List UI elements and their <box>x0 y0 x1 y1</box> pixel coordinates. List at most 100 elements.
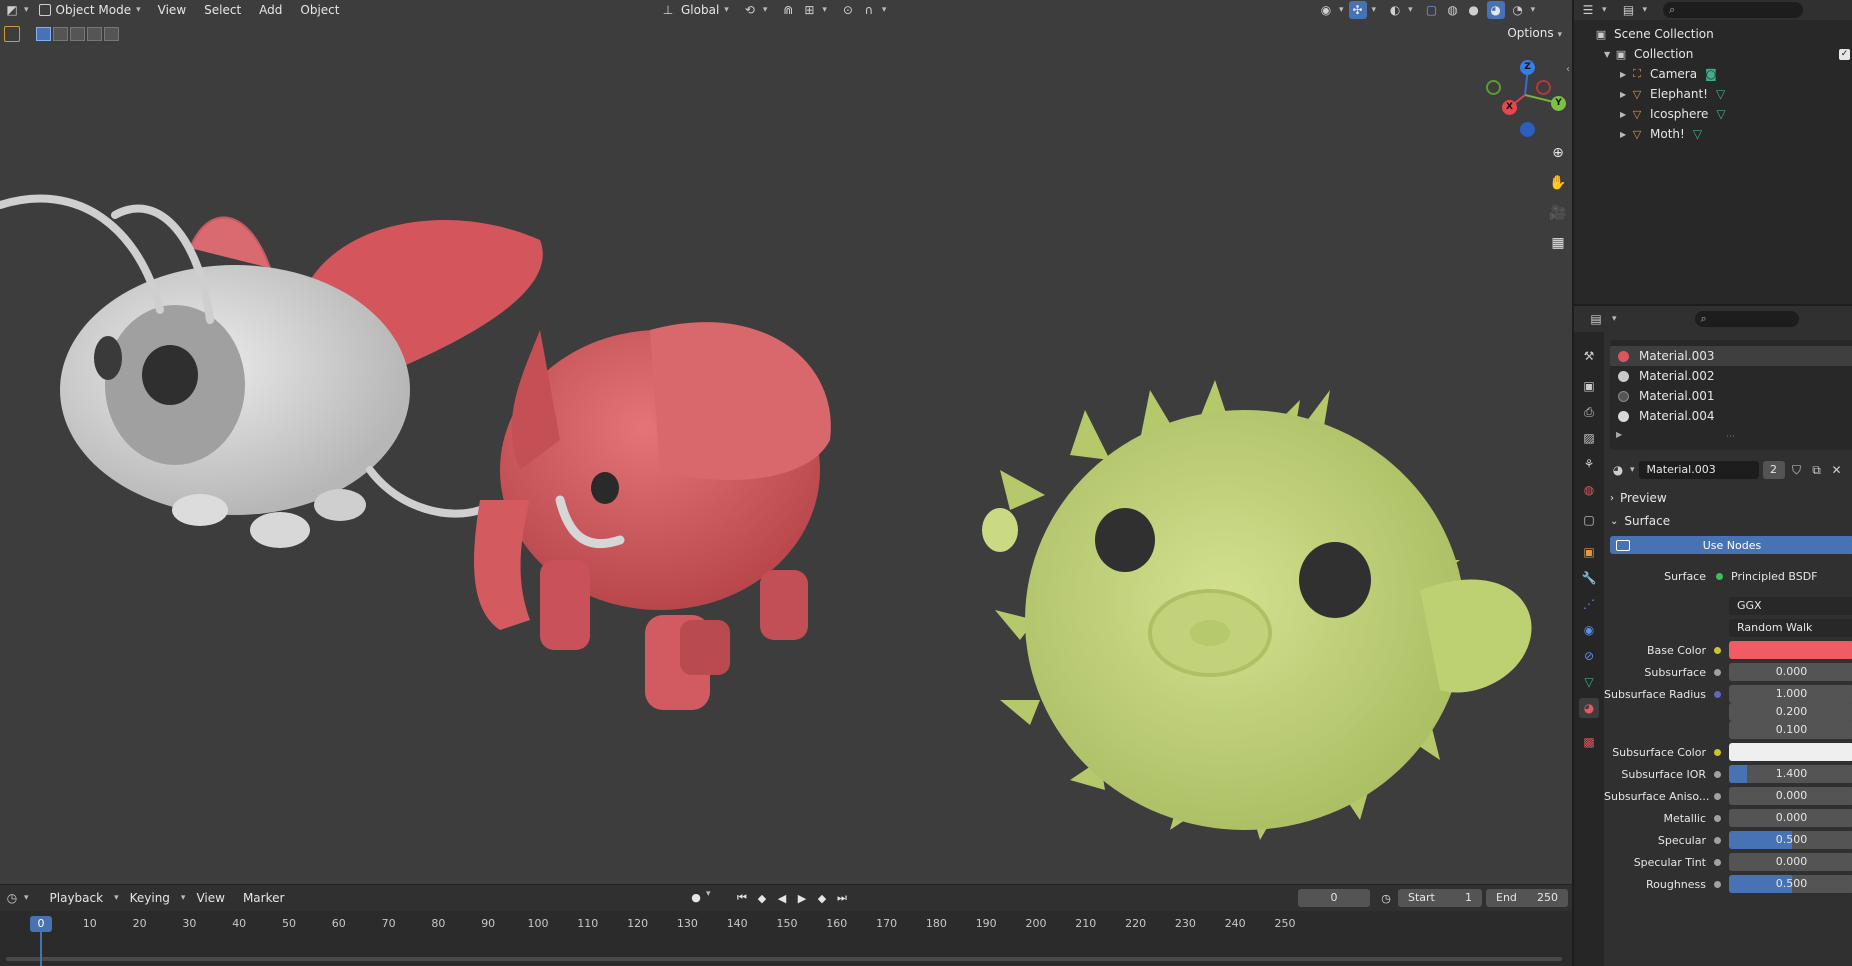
snap-target-icon[interactable]: ⊞ <box>801 2 817 18</box>
gizmo-neg-z-axis[interactable] <box>1520 122 1535 137</box>
input-socket-icon[interactable] <box>1714 748 1721 756</box>
timeline-ruler[interactable]: 10 20 30 40 50 60 70 80 90 100 110 120 130 140 150 160 1… <box>0 911 1572 966</box>
material-slot[interactable]: Material.001 <box>1610 386 1852 406</box>
chevron-down-icon[interactable]: ▾ <box>1531 5 1536 15</box>
chevron-down-icon[interactable]: ▾ <box>1643 5 1648 15</box>
material-users-count[interactable]: 2 <box>1762 461 1785 479</box>
timeline-scrollbar[interactable] <box>6 957 1562 961</box>
select-extend-icon[interactable] <box>53 27 68 41</box>
numeric-field[interactable]: 0.200 <box>1729 703 1852 721</box>
input-socket-icon[interactable] <box>1714 880 1721 888</box>
preview-panel-header[interactable]: › Preview <box>1610 488 1667 508</box>
material-slot[interactable]: Material.002 <box>1610 366 1852 386</box>
chevron-down-icon[interactable]: ▾ <box>706 889 711 899</box>
scene-render[interactable] <box>0 0 1572 884</box>
resize-grip-icon[interactable]: ⋯ <box>1726 432 1735 442</box>
falloff-icon[interactable]: ∩ <box>861 2 877 18</box>
editor-type-icon[interactable]: ◩ <box>4 2 20 18</box>
outliner-editor-type-icon[interactable]: ☰ <box>1580 2 1596 18</box>
play-reverse-icon[interactable]: ◀ <box>774 890 790 906</box>
expand-triangle-icon[interactable]: ▶ <box>1620 70 1630 79</box>
elephant-model[interactable] <box>474 322 831 710</box>
options-button[interactable]: Options ▾ <box>1501 24 1568 42</box>
current-frame-field[interactable]: 0 <box>1298 889 1370 907</box>
material-slot[interactable]: Material.004 <box>1610 406 1852 426</box>
object-mode-select[interactable]: Object Mode ▾ <box>33 1 147 19</box>
jump-start-icon[interactable]: ⏮ <box>734 890 750 906</box>
input-socket-icon[interactable] <box>1714 690 1721 698</box>
zoom-icon[interactable]: ⊕ <box>1545 140 1571 166</box>
object-tab-icon[interactable]: ▣ <box>1579 542 1599 562</box>
mesh-data-tab-icon[interactable]: ▽ <box>1579 672 1599 692</box>
prev-keyframe-icon[interactable]: ◆ <box>754 890 770 906</box>
menu-keying[interactable]: Keying <box>123 891 177 905</box>
duplicate-material-icon[interactable]: ⧉ <box>1809 462 1825 478</box>
moth-model[interactable] <box>0 194 543 548</box>
select-tool-icon[interactable] <box>4 26 20 42</box>
timeline-editor[interactable]: ◷ ▾ Playback ▾ Keying ▾ View Marker ● ▾ … <box>0 884 1572 966</box>
browse-material-icon[interactable]: ◕ <box>1610 462 1626 478</box>
proportional-edit-icon[interactable]: ⊙ <box>840 2 856 18</box>
outliner-item-icosphere[interactable]: ▶ ▽ Icosphere ▽ <box>1574 104 1852 124</box>
numeric-field[interactable]: 1.000 <box>1729 685 1852 703</box>
material-name-field[interactable]: Material.003 <box>1638 461 1759 479</box>
gizmo-z-axis[interactable]: Z <box>1520 60 1535 75</box>
timeline-editor-type-icon[interactable]: ◷ <box>4 890 20 906</box>
menu-timeline-view[interactable]: View <box>189 891 231 905</box>
chevron-down-icon[interactable]: ▾ <box>1372 5 1377 15</box>
chevron-down-icon[interactable]: ▾ <box>1612 314 1617 324</box>
scene-collection-row[interactable]: ▣ Scene Collection <box>1574 24 1852 44</box>
input-socket-icon[interactable] <box>1714 858 1721 866</box>
chevron-down-icon[interactable]: ▾ <box>1602 5 1607 15</box>
mesh-data-icon[interactable]: ▽ <box>1716 87 1725 101</box>
numeric-field[interactable]: 0.500 <box>1729 875 1852 893</box>
chevron-down-icon[interactable]: ▾ <box>24 893 29 903</box>
menu-select[interactable]: Select <box>197 0 248 20</box>
xray-icon[interactable]: ▢ <box>1424 2 1440 18</box>
editor-type-caret[interactable]: ▾ <box>24 5 29 15</box>
chevron-down-icon[interactable]: ▾ <box>181 893 186 903</box>
input-socket-icon[interactable] <box>1714 646 1721 654</box>
select-invert-icon[interactable] <box>87 27 102 41</box>
start-frame-field[interactable]: Start 1 <box>1398 889 1482 907</box>
expand-triangle-icon[interactable]: ▶ <box>1616 430 1622 439</box>
input-socket-icon[interactable] <box>1714 668 1721 676</box>
texture-tab-icon[interactable]: ▩ <box>1579 732 1599 752</box>
menu-view[interactable]: View <box>151 0 193 20</box>
material-tab-icon[interactable]: ◕ <box>1579 698 1599 718</box>
transform-orientation-select[interactable]: Global <box>681 3 719 17</box>
chevron-down-icon[interactable]: ▾ <box>822 5 827 15</box>
pan-hand-icon[interactable]: ✋ <box>1545 170 1571 196</box>
modifier-tab-icon[interactable]: 🔧 <box>1579 568 1599 588</box>
material-slot-list[interactable]: Material.003 Material.002 Material.001 M… <box>1610 340 1852 450</box>
chevron-down-icon[interactable]: ▾ <box>1339 5 1344 15</box>
display-mode-icon[interactable]: ▤ <box>1621 2 1637 18</box>
color-swatch[interactable] <box>1729 743 1852 761</box>
menu-playback[interactable]: Playback <box>43 891 111 905</box>
wireframe-shading-icon[interactable]: ◍ <box>1445 2 1461 18</box>
gizmo-neg-y-axis[interactable] <box>1486 80 1501 95</box>
constraints-tab-icon[interactable]: ⊘ <box>1579 646 1599 666</box>
select-new-icon[interactable] <box>36 27 51 41</box>
chevron-down-icon[interactable]: ▾ <box>882 5 887 15</box>
collection-checkbox[interactable]: ✓ <box>1839 48 1850 60</box>
view-layer-tab-icon[interactable]: ▨ <box>1579 428 1599 448</box>
expand-triangle-icon[interactable]: ▶ <box>1620 130 1630 139</box>
perspective-grid-icon[interactable]: ▦ <box>1545 230 1571 256</box>
collection-row[interactable]: ▼ ▣ Collection ✓ <box>1574 44 1852 64</box>
color-swatch[interactable] <box>1729 641 1852 659</box>
input-socket-icon[interactable] <box>1714 836 1721 844</box>
select-intersect-icon[interactable] <box>104 27 119 41</box>
surface-shader-select[interactable]: Principled BSDF <box>1731 570 1818 583</box>
current-frame-indicator[interactable]: 0 <box>30 916 52 932</box>
surface-panel-header[interactable]: ⌄ Surface <box>1610 511 1670 531</box>
numeric-field[interactable]: 0.000 <box>1729 809 1852 827</box>
end-frame-field[interactable]: End 250 <box>1486 889 1568 907</box>
gizmo-y-axis[interactable]: Y <box>1551 96 1566 111</box>
fake-user-icon[interactable]: ⛉ <box>1789 462 1805 478</box>
expand-triangle-icon[interactable]: ▶ <box>1620 90 1630 99</box>
collection-tab-icon[interactable]: ▢ <box>1579 510 1599 530</box>
scene-tab-icon[interactable]: ⚘ <box>1579 454 1599 474</box>
numeric-field[interactable]: 0.000 <box>1729 787 1852 805</box>
chevron-down-icon[interactable]: ▾ <box>1630 465 1635 475</box>
